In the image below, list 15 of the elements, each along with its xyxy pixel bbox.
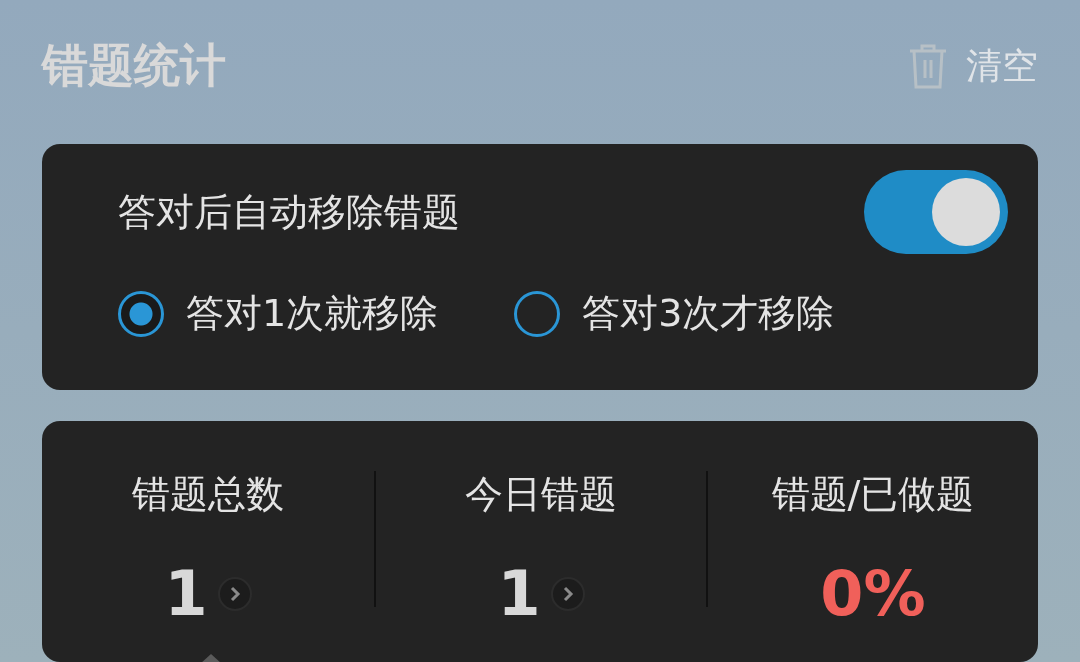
stat-value: 1 — [497, 557, 541, 630]
stat-value: 0% — [820, 557, 926, 630]
chevron-right-icon[interactable] — [217, 576, 252, 611]
setting-label: 答对后自动移除错题 — [118, 188, 460, 236]
chevron-right-icon[interactable] — [550, 576, 585, 611]
trash-icon — [908, 42, 948, 90]
stat-label: 错题/已做题 — [771, 471, 975, 518]
page-title: 错题统计 — [42, 37, 226, 94]
stat-label: 错题总数 — [132, 471, 284, 518]
radio-button[interactable] — [118, 290, 164, 337]
radio-button[interactable] — [514, 290, 561, 337]
stat-value: 1 — [164, 557, 208, 630]
radio-option[interactable]: 答对3次才移除 — [514, 288, 835, 339]
radio-option[interactable]: 答对1次就移除 — [118, 288, 439, 339]
stat-label: 今日错题 — [465, 471, 617, 518]
